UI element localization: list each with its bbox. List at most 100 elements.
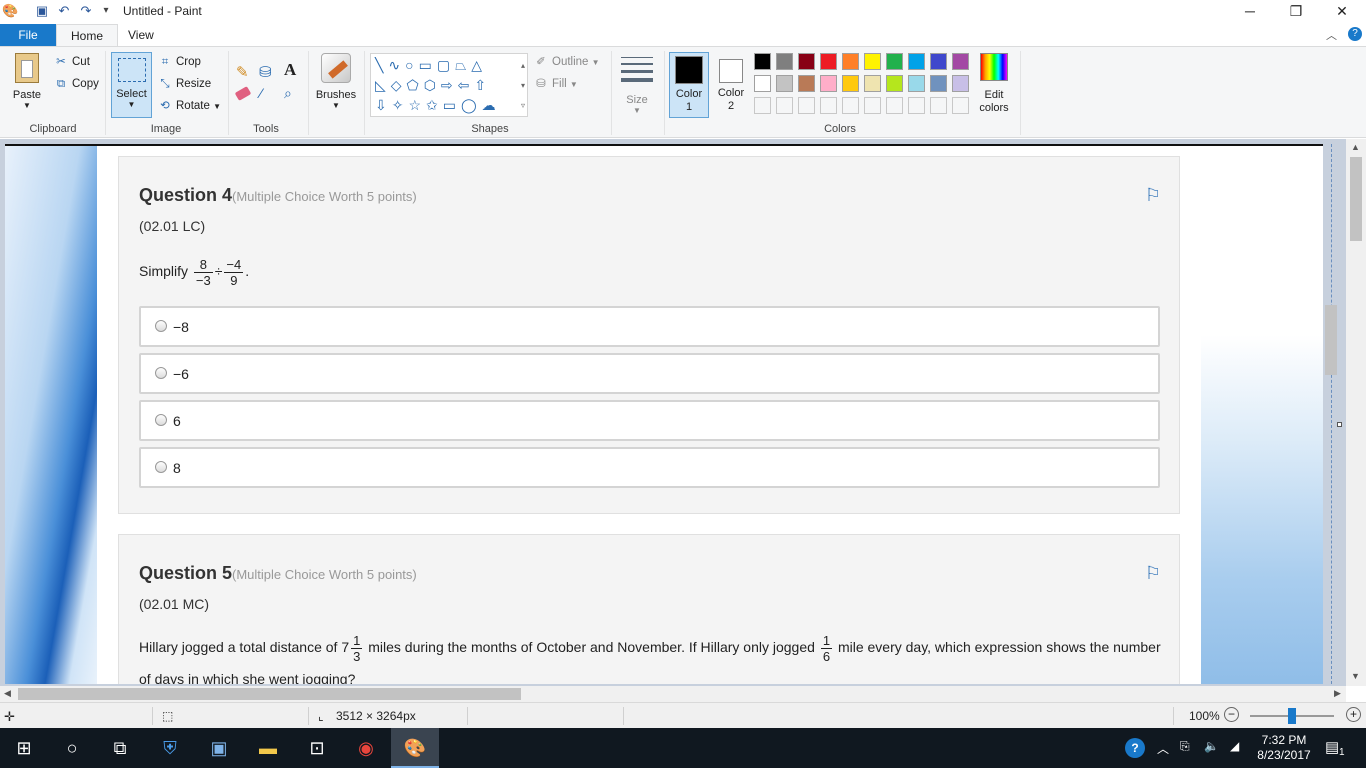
custom-color-slot[interactable] (952, 97, 969, 114)
task-view-icon[interactable]: ⧉ (96, 728, 144, 768)
radio-button[interactable] (155, 461, 167, 473)
color-swatch[interactable] (864, 53, 881, 70)
edit-colors-button[interactable]: Edit colors (974, 53, 1014, 115)
security-shield-icon[interactable]: ⛨ (146, 728, 194, 768)
answer-option[interactable]: 8 (139, 447, 1160, 488)
color-swatch[interactable] (820, 75, 837, 92)
flag-icon[interactable]: ⚐ (1145, 563, 1161, 584)
custom-color-slot[interactable] (842, 97, 859, 114)
zoom-slider-thumb[interactable] (1288, 708, 1296, 724)
eraser-icon[interactable] (234, 86, 252, 101)
fill-bucket-icon[interactable]: ⛁ (259, 63, 272, 81)
outline-button[interactable]: ✐ Outline ▼ (534, 53, 599, 71)
color-swatch[interactable] (798, 75, 815, 92)
answer-option[interactable]: 6 (139, 400, 1160, 441)
text-tool-icon[interactable]: A (284, 60, 296, 80)
help-icon[interactable]: ? (1348, 27, 1362, 41)
color-swatch[interactable] (864, 75, 881, 92)
rotate-button[interactable]: ⟲ Rotate ▼ (158, 97, 221, 115)
chevron-up-icon[interactable]: ︿ (1157, 740, 1169, 757)
file-explorer-icon[interactable]: ▬ (244, 728, 292, 768)
vertical-scrollbar[interactable]: ▲ ▼ (1346, 139, 1366, 686)
notifications-icon[interactable]: ▤ (1325, 738, 1339, 756)
scroll-down-icon[interactable]: ▼ (1351, 671, 1360, 681)
paint-taskbar-icon[interactable]: 🎨 (391, 728, 439, 768)
save-icon[interactable]: ▣ (34, 3, 50, 19)
flag-icon[interactable]: ⚐ (1145, 185, 1161, 206)
minimize-button[interactable]: ─ (1227, 0, 1273, 24)
answer-option[interactable]: −6 (139, 353, 1160, 394)
scroll-up-icon[interactable]: ▲ (1351, 142, 1360, 152)
color-1-button[interactable]: Color 1 (669, 52, 709, 118)
redo-icon[interactable]: ↷ (78, 3, 94, 19)
canvas-area[interactable]: Question 4(Multiple Choice Worth 5 point… (0, 139, 1366, 686)
custom-color-slot[interactable] (908, 97, 925, 114)
scroll-right-icon[interactable]: ▶ (1334, 688, 1341, 699)
brushes-button[interactable]: Brushes ▼ (314, 53, 358, 110)
color-swatch[interactable] (930, 53, 947, 70)
network-icon[interactable]: ⎘ (1180, 739, 1190, 754)
magnifier-icon[interactable]: ⌕ (284, 85, 292, 102)
custom-color-slot[interactable] (798, 97, 815, 114)
tab-file[interactable]: File (0, 24, 56, 46)
undo-icon[interactable]: ↶ (56, 3, 72, 19)
custom-color-slot[interactable] (754, 97, 771, 114)
collapse-ribbon-icon[interactable]: ︿ (1326, 27, 1337, 43)
color-swatch[interactable] (908, 53, 925, 70)
color-swatch[interactable] (754, 53, 771, 70)
answer-option[interactable]: −8 (139, 306, 1160, 347)
photos-app-icon[interactable]: ▣ (195, 728, 243, 768)
radio-button[interactable] (155, 367, 167, 379)
color-2-button[interactable]: Color 2 (712, 52, 750, 118)
custom-color-slot[interactable] (886, 97, 903, 114)
radio-button[interactable] (155, 414, 167, 426)
color-swatch[interactable] (776, 53, 793, 70)
color-swatch[interactable] (886, 53, 903, 70)
fill-button[interactable]: ⛁ Fill ▼ (534, 75, 578, 93)
color-swatch[interactable] (776, 75, 793, 92)
scroll-left-icon[interactable]: ◀ (4, 688, 11, 699)
custom-color-slot[interactable] (864, 97, 881, 114)
image-canvas[interactable]: Question 4(Multiple Choice Worth 5 point… (5, 144, 1323, 684)
tab-home[interactable]: Home (56, 24, 119, 46)
scroll-thumb[interactable] (1350, 157, 1362, 241)
radio-button[interactable] (155, 320, 167, 332)
resize-button[interactable]: ⤡ Resize (158, 75, 211, 93)
windows-start-icon[interactable]: ⊞ (0, 728, 48, 768)
canvas-scroll-thumb[interactable] (1325, 305, 1337, 375)
restore-button[interactable]: ❐ (1273, 0, 1319, 24)
color-swatch[interactable] (930, 75, 947, 92)
volume-icon[interactable]: 🔈 (1204, 739, 1219, 753)
gallery-scroll-icon[interactable]: ▴ ▾ ▿ (521, 56, 525, 116)
color-swatch[interactable] (952, 75, 969, 92)
tab-view[interactable]: View (114, 24, 168, 46)
color-swatch[interactable] (820, 53, 837, 70)
cut-button[interactable]: ✂ Cut (54, 53, 90, 71)
size-button[interactable]: Size ▼ (618, 55, 656, 115)
copy-button[interactable]: ⧉ Copy (54, 75, 99, 93)
search-icon[interactable]: ○ (48, 728, 96, 768)
paint-app-icon[interactable]: 🎨 (2, 3, 18, 19)
custom-color-slot[interactable] (776, 97, 793, 114)
zoom-in-button[interactable]: + (1346, 707, 1361, 722)
crop-button[interactable]: ⌗ Crop (158, 53, 201, 71)
select-button[interactable]: Select ▼ (111, 52, 152, 118)
scroll-thumb[interactable] (18, 688, 521, 700)
paste-button[interactable]: Paste ▼ (8, 53, 46, 110)
help-tray-icon[interactable]: ? (1125, 738, 1145, 758)
custom-color-slot[interactable] (930, 97, 947, 114)
color-swatch[interactable] (886, 75, 903, 92)
wifi-icon[interactable]: ◢ (1230, 739, 1239, 753)
color-swatch[interactable] (908, 75, 925, 92)
close-button[interactable]: ✕ (1319, 0, 1365, 24)
clock[interactable]: 7:32 PM 8/23/2017 (1256, 733, 1312, 763)
horizontal-scrollbar[interactable]: ◀ ▶ (0, 686, 1346, 702)
color-swatch[interactable] (842, 75, 859, 92)
chrome-icon[interactable]: ◉ (342, 728, 390, 768)
color-swatch[interactable] (754, 75, 771, 92)
color-swatch[interactable] (952, 53, 969, 70)
pencil-icon[interactable]: ✎ (236, 63, 249, 81)
customize-quick-access-icon[interactable]: ▾ (98, 3, 114, 19)
color-swatch[interactable] (798, 53, 815, 70)
zoom-out-button[interactable]: − (1224, 707, 1239, 722)
